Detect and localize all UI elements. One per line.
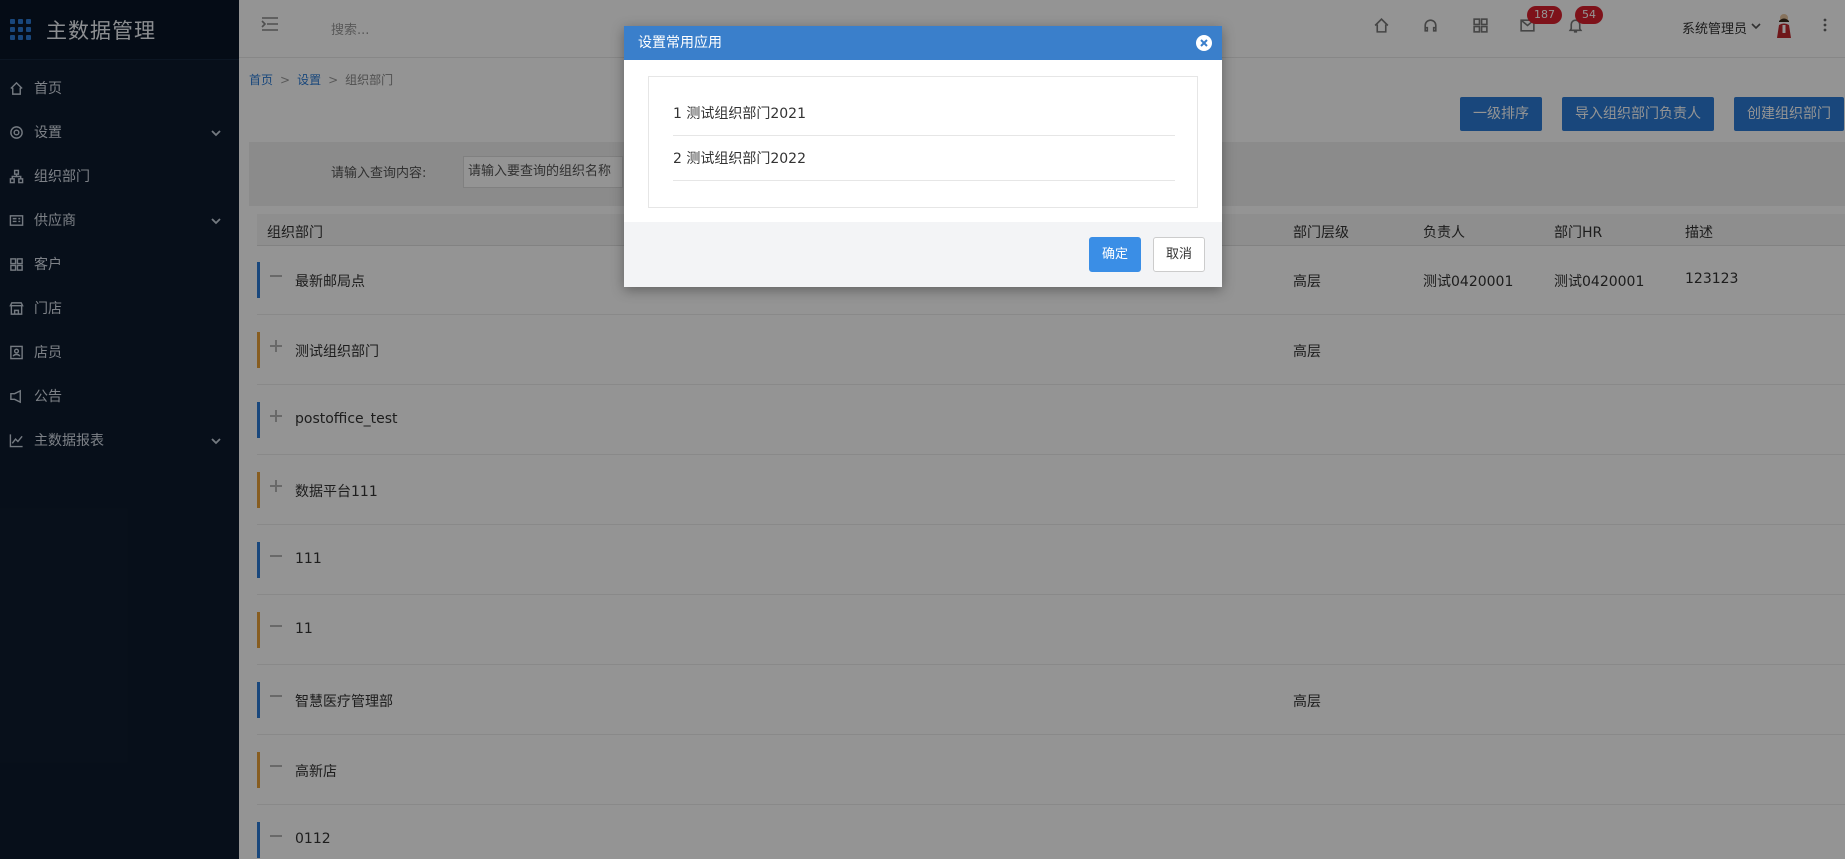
- dialog-footer: 确定 取消: [624, 222, 1222, 287]
- dialog-header: 设置常用应用: [624, 26, 1222, 60]
- dialog-body: 1 测试组织部门2021 2 测试组织部门2022: [648, 76, 1198, 208]
- confirm-button[interactable]: 确定: [1089, 237, 1142, 272]
- dialog-title: 设置常用应用: [638, 35, 722, 51]
- cancel-button[interactable]: 取消: [1153, 237, 1206, 272]
- list-item[interactable]: 2 测试组织部门2022: [673, 137, 1175, 181]
- list-item[interactable]: 1 测试组织部门2021: [673, 92, 1175, 136]
- close-icon[interactable]: [1196, 35, 1212, 51]
- common-apps-dialog: 设置常用应用 1 测试组织部门2021 2 测试组织部门2022 确定 取消: [624, 26, 1222, 287]
